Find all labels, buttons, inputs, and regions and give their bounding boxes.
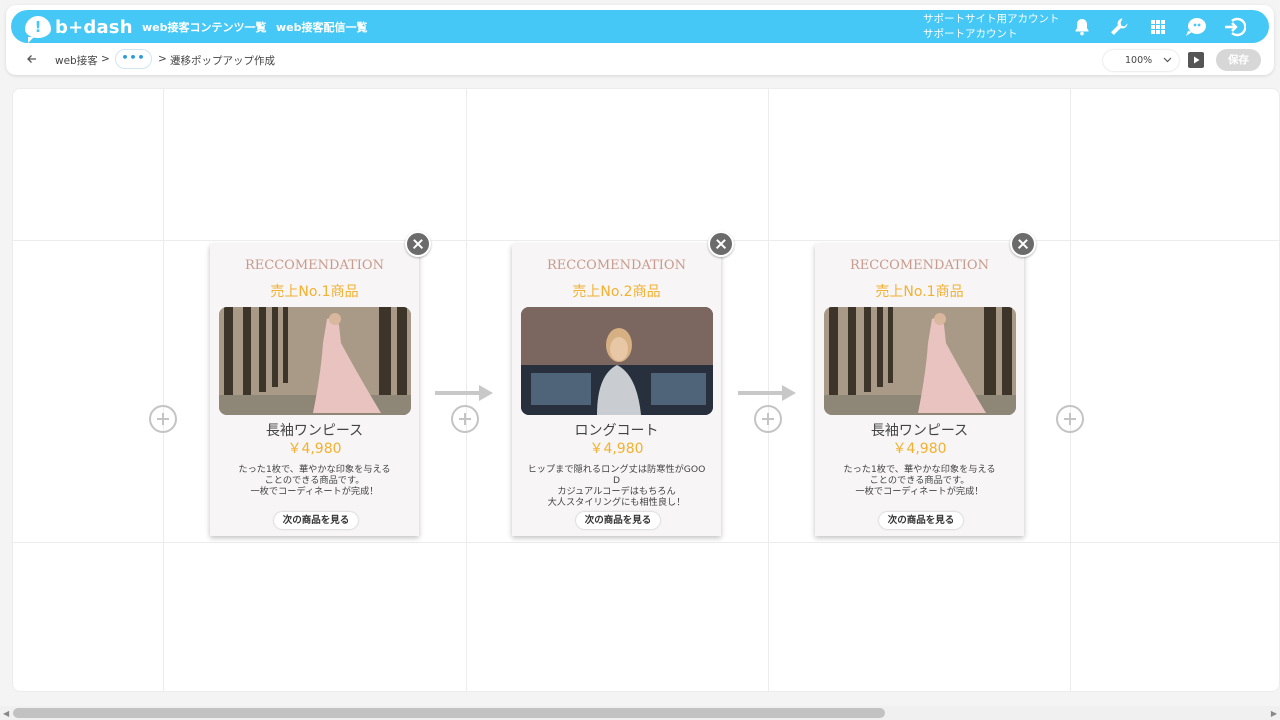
desc-line: カジュアルコーデはもちろん [557,486,676,497]
popup-card-1[interactable]: RECCOMENDATION 売上No.1商品 長袖ワンピース ￥4,980 た… [210,244,419,536]
next-product-button[interactable]: 次の商品を見る [576,512,660,529]
logout-icon[interactable] [1223,15,1247,39]
nav-delivery-list[interactable]: web接客配信一覧 [276,19,368,35]
next-product-button[interactable]: 次の商品を見る [274,512,358,529]
transition-arrow-icon [435,385,493,401]
desc-line: たった1枚で、華やかな印象を与える [843,464,996,475]
grid-line [1070,89,1071,691]
account-user: サポートアカウント [923,28,1018,40]
close-icon[interactable] [708,231,734,257]
popup-card-2[interactable]: RECCOMENDATION 売上No.2商品 ロングコート ￥4,980 ヒッ… [512,244,721,536]
scroll-left-icon[interactable]: ◀ [3,709,9,718]
horizontal-scrollbar[interactable]: ◀ ▶ [0,706,1280,720]
top-card: ! b+dash web接客コンテンツ一覧 web接客配信一覧 サポートサイト用… [6,5,1274,75]
breadcrumb-more-button[interactable]: ••• [115,49,152,69]
product-price: ￥4,980 [287,441,342,457]
transition-arrow-icon [738,385,796,401]
play-icon [1194,56,1200,64]
breadcrumb-separator: > [101,53,110,65]
desc-line: ことのできる商品です。 [264,475,365,486]
product-photo-coat [521,307,713,415]
grid-line [13,240,1279,241]
close-icon[interactable] [405,231,431,257]
account-info[interactable]: サポートサイト用アカウント サポートアカウント [923,12,1060,42]
product-name: ロングコート [574,423,659,439]
wrench-icon[interactable] [1107,15,1131,39]
zoom-select[interactable]: 100% [1103,50,1179,71]
next-product-button[interactable]: 次の商品を見る [879,512,963,529]
product-price: ￥4,980 [589,441,644,457]
grid-icon[interactable] [1146,15,1170,39]
support-chat-icon[interactable] [1184,15,1208,39]
chevron-down-icon [1163,57,1172,63]
navbar: ! b+dash web接客コンテンツ一覧 web接客配信一覧 サポートサイト用… [11,10,1269,43]
product-description: ヒップまで隠れるロング丈は防寒性がGOO D カジュアルコーデはもちろん 大人ス… [520,464,713,508]
close-icon[interactable] [1010,231,1036,257]
add-step-plus-icon[interactable] [451,405,479,433]
popup-card-3[interactable]: RECCOMENDATION 売上No.1商品 長袖ワンピース ￥4,980 た… [815,244,1024,536]
product-description: たった1枚で、華やかな印象を与える ことのできる商品です。 一枚でコーディネート… [218,464,411,497]
product-photo-dress [219,307,411,415]
zoom-value: 100% [1125,55,1153,66]
product-photo-dress [824,307,1016,415]
popup-heading: RECCOMENDATION [547,258,686,273]
logo[interactable]: ! b+dash [25,14,133,43]
preview-button[interactable] [1188,52,1204,68]
nav-content-list[interactable]: web接客コンテンツ一覧 [142,19,267,35]
breadcrumb-current: 遷移ポップアップ作成 [170,55,275,67]
desc-line: D [612,475,621,486]
logo-icon: ! [25,16,51,43]
desc-line: たった1枚で、華やかな印象を与える [238,464,391,475]
sub-toolbar: web接客 > ••• > 遷移ポップアップ作成 100% 保存 [6,47,1274,73]
logo-text: b+dash [55,16,133,38]
product-price: ￥4,980 [892,441,947,457]
account-site: サポートサイト用アカウント [923,13,1060,25]
back-arrow-icon[interactable] [24,51,40,67]
product-name: 長袖ワンピース [265,423,364,439]
scrollbar-thumb[interactable] [13,708,885,718]
desc-line: 一枚でコーディネートが完成！ [250,486,379,497]
bell-icon[interactable] [1070,15,1094,39]
product-description: たった1枚で、華やかな印象を与える ことのできる商品です。 一枚でコーディネート… [823,464,1016,497]
popup-rank: 売上No.1商品 [270,284,359,300]
popup-rank: 売上No.1商品 [875,284,964,300]
add-step-plus-icon[interactable] [1056,405,1084,433]
popup-heading: RECCOMENDATION [850,258,989,273]
breadcrumb-root[interactable]: web接客 [55,53,98,68]
add-step-plus-icon[interactable] [754,405,782,433]
grid-line [163,89,164,691]
popup-heading: RECCOMENDATION [245,258,384,273]
add-step-plus-icon[interactable] [149,405,177,433]
product-name: 長袖ワンピース [870,423,969,439]
popup-rank: 売上No.2商品 [572,284,661,300]
grid-line [13,542,1279,543]
scroll-right-icon[interactable]: ▶ [1271,709,1277,718]
desc-line: ことのできる商品です。 [869,475,970,486]
desc-line: ヒップまで隠れるロング丈は防寒性がGOO [527,464,706,475]
save-button[interactable]: 保存 [1216,49,1261,71]
desc-line: 一枚でコーディネートが完成！ [855,486,984,497]
desc-line: 大人スタイリングにも相性良し！ [547,497,686,508]
breadcrumb-separator: > [158,53,167,65]
